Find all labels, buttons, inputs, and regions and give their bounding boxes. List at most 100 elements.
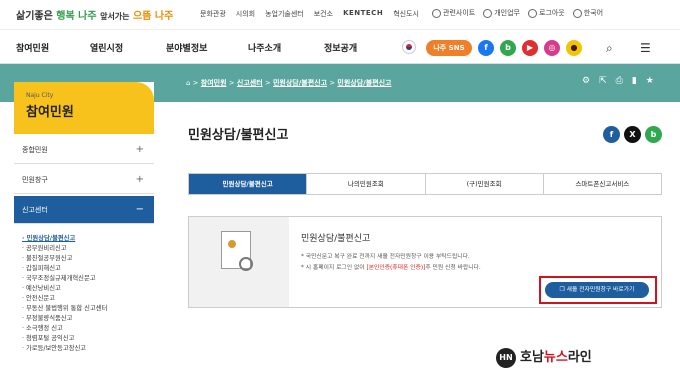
x-share-icon[interactable]: X (624, 126, 641, 143)
sidebar-en: Naju City (26, 92, 54, 99)
text: * 시 홈페이지 로그인 없이 (301, 265, 367, 271)
city-logo[interactable]: 삶기좋은 행복 나주 앞서가는 으뜸 나주 (16, 7, 173, 22)
nav-open-gov[interactable]: 열린시정 (90, 41, 123, 54)
crumb[interactable]: 민원상담/불편신고 (337, 79, 391, 87)
label: 한국어 (583, 9, 604, 17)
instagram-icon[interactable]: ◎ (544, 40, 560, 56)
sidebar-submenu: 민원상담/불편신고 공무원비리신고 불친절공무원신고 갑질피해신고 국무조정실규… (22, 234, 107, 354)
link-innovation[interactable]: 혁신도시 (393, 9, 419, 19)
link-health[interactable]: 보건소 (314, 9, 333, 19)
related-sites[interactable]: 관련사이트 (432, 8, 475, 18)
nav-about[interactable]: 나주소개 (248, 41, 281, 54)
label: 새올 전자민원창구 바로가기 (566, 287, 635, 293)
share-icon[interactable]: ⇱ (599, 76, 607, 86)
plus-icon: + (135, 174, 144, 185)
label: 종합민원 (22, 146, 48, 154)
sidebar-item-window[interactable]: 민원창구 + (14, 166, 154, 194)
plus-icon: + (135, 144, 144, 155)
text-highlight: [본인인증(휴대폰 인증)] (366, 265, 426, 271)
korea-flag-icon (402, 40, 416, 54)
submenu-item[interactable]: 예산낭비신고 (22, 284, 107, 294)
submenu-item[interactable]: 공무원비리신고 (22, 244, 107, 254)
blog-share-icon[interactable]: b (645, 126, 662, 143)
submenu-item[interactable]: 부동산 불법행위 통합 신고센터 (22, 304, 107, 314)
kakao-icon[interactable]: ● (566, 40, 582, 56)
language-icon (572, 8, 582, 18)
utility-links: 관련사이트 개인업무 로그아웃 한국어 (432, 8, 603, 18)
link-council[interactable]: 시의회 (236, 9, 255, 19)
info-card: 민원상담/불편신고 * 국민신문고 복구 완료 전까지 새올 전자민원창구 이용… (188, 216, 662, 308)
nav-info[interactable]: 분야별정보 (166, 41, 207, 54)
submenu-item[interactable]: 민원상담/불편신고 (22, 234, 107, 244)
user-icon (483, 8, 493, 18)
page-tools: ⚙ ⇱ ⎙ ▮ ★ (582, 76, 654, 86)
sidebar: Naju City 참여민원 종합민원 + 민원창구 + 신고센터 − 민원상담/불편… (14, 82, 154, 382)
blog-icon[interactable]: b (500, 40, 516, 56)
link-agri[interactable]: 농업기술센터 (265, 9, 304, 19)
slogan-brand: 으뜸 나주 (133, 11, 174, 22)
home-icon[interactable]: ⌂ (186, 79, 190, 87)
submenu-item[interactable]: 불친절공무원신고 (22, 254, 107, 264)
label: 로그아웃 (538, 9, 565, 17)
sidebar-header: Naju City 참여민원 (14, 82, 154, 134)
family-links: 문화관광 시의회 농업기술센터 보건소 KENTECH 혁신도시 (200, 9, 419, 19)
slogan-brand: 행복 나주 (56, 11, 97, 22)
card-notice: * 시 홈페이지 로그인 없이 [본인인증(휴대폰 인증)]후 민원 신청 바랍… (301, 262, 481, 271)
menu-icon[interactable]: ☰ (640, 41, 651, 55)
submenu-item[interactable]: 안전신문고 (22, 294, 107, 304)
submenu-item[interactable]: 가로등/보안등고장신고 (22, 344, 107, 354)
submenu-item[interactable]: 부정불량식품신고 (22, 314, 107, 324)
link-culture[interactable]: 문화관광 (200, 9, 226, 19)
submenu-item[interactable]: 국무조정실규제개혁신문고 (22, 274, 107, 284)
text: 뉴스 (543, 350, 568, 365)
card-title: 민원상담/불편신고 (301, 234, 371, 244)
tab-my-complaints[interactable]: 나의민원조회 (307, 174, 426, 194)
logout[interactable]: 로그아웃 (527, 8, 565, 18)
slogan: 앞서가는 (100, 12, 130, 21)
language[interactable]: 한국어 (572, 8, 604, 18)
card-illustration (189, 217, 289, 307)
youtube-icon[interactable]: ▶ (522, 40, 538, 56)
search-icon[interactable]: ⌕ (606, 41, 613, 56)
submenu-item[interactable]: 소극행정 신고 (22, 324, 107, 334)
window-icon: ❐ (559, 287, 567, 293)
logout-icon (527, 8, 537, 18)
label: 관련사이트 (443, 9, 476, 17)
text: 호남 (520, 350, 544, 365)
sidebar-item-report[interactable]: 신고센터 − (14, 196, 154, 224)
crumb[interactable]: 신고센터 (237, 79, 263, 87)
link-kentech[interactable]: KENTECH (343, 9, 383, 19)
facebook-share-icon[interactable]: f (603, 126, 620, 143)
sns-button[interactable]: 나주 SNS (426, 40, 472, 56)
print-icon[interactable]: ⎙ (616, 76, 623, 86)
bookmark-icon[interactable]: ▮ (632, 76, 637, 86)
top-bar: 삶기좋은 행복 나주 앞서가는 으뜸 나주 문화관광 시의회 농업기술센터 보건… (0, 0, 680, 30)
label: 신고센터 (22, 206, 48, 214)
globe-icon (432, 8, 441, 18)
label: 민원창구 (22, 176, 48, 184)
facebook-icon[interactable]: f (478, 40, 494, 56)
label: 개인업무 (494, 9, 520, 17)
sidebar-item-general[interactable]: 종합민원 + (14, 136, 154, 164)
nav-participation[interactable]: 참여민원 (16, 41, 49, 54)
crumb[interactable]: 민원상담/불편신고 (273, 79, 327, 87)
text: 후 민원 신청 바랍니다. (425, 265, 481, 271)
tab-smartphone[interactable]: 스마트폰신고서비스 (544, 174, 661, 194)
settings-icon[interactable]: ⚙ (582, 76, 590, 86)
breadcrumb: ⌂ > 참여민원 > 신고센터 > 민원상담/불편신고 > 민원상담/불편신고 (186, 79, 392, 87)
submenu-item[interactable]: 청렴포털 공익신고 (22, 334, 107, 344)
nav-disclosure[interactable]: 정보공개 (324, 41, 357, 54)
slogan: 삶기좋은 (16, 11, 53, 22)
submenu-item[interactable]: 갑질피해신고 (22, 264, 107, 274)
tab-old-complaints[interactable]: (구)민원조회 (426, 174, 544, 194)
crumb[interactable]: 참여민원 (201, 79, 227, 87)
watermark: HN 호남뉴스라인 (496, 346, 592, 368)
card-notice: * 국민신문고 복구 완료 전까지 새올 전자민원창구 이용 부탁드립니다. (301, 254, 470, 260)
minus-icon: − (135, 204, 144, 215)
personal-work[interactable]: 개인업무 (483, 8, 520, 18)
tab-consult[interactable]: 민원상담/불편신고 (189, 174, 308, 194)
sidebar-title: 참여민원 (26, 105, 74, 120)
e-complaint-button[interactable]: ❐ 새올 전자민원창구 바로가기 (545, 282, 649, 298)
magnifier-icon (239, 257, 253, 271)
star-icon[interactable]: ★ (646, 76, 654, 86)
